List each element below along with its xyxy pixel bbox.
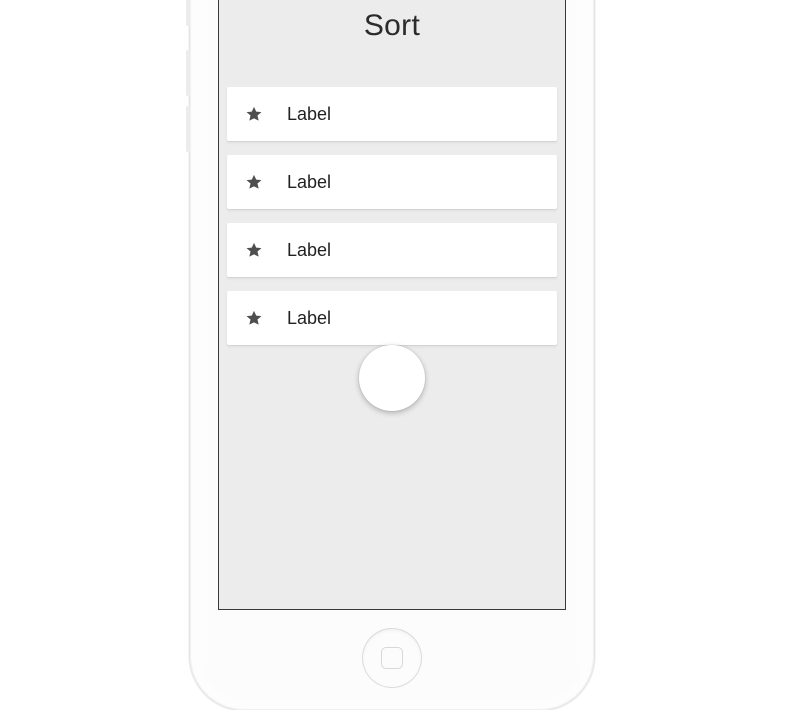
list-item-label: Label xyxy=(287,172,331,193)
screen-content: Sort Label Label xyxy=(219,0,565,609)
list-item[interactable]: Label xyxy=(227,87,557,141)
list-item-label: Label xyxy=(287,104,331,125)
sort-list: Label Label Label xyxy=(219,87,565,345)
list-item[interactable]: Label xyxy=(227,291,557,345)
star-icon xyxy=(245,241,265,259)
volume-down-button xyxy=(186,106,190,152)
star-icon xyxy=(245,309,265,327)
list-item-label: Label xyxy=(287,308,331,329)
screen: Sort Label Label xyxy=(218,0,566,610)
page-title: Sort xyxy=(219,9,565,43)
mute-switch xyxy=(186,0,190,26)
list-item-label: Label xyxy=(287,240,331,261)
list-item[interactable]: Label xyxy=(227,155,557,209)
volume-up-button xyxy=(186,50,190,96)
phone-mockup: Sort Label Label xyxy=(190,0,594,710)
home-button[interactable] xyxy=(362,628,422,688)
star-icon xyxy=(245,105,265,123)
list-item[interactable]: Label xyxy=(227,223,557,277)
touch-indicator xyxy=(359,345,425,411)
star-icon xyxy=(245,173,265,191)
